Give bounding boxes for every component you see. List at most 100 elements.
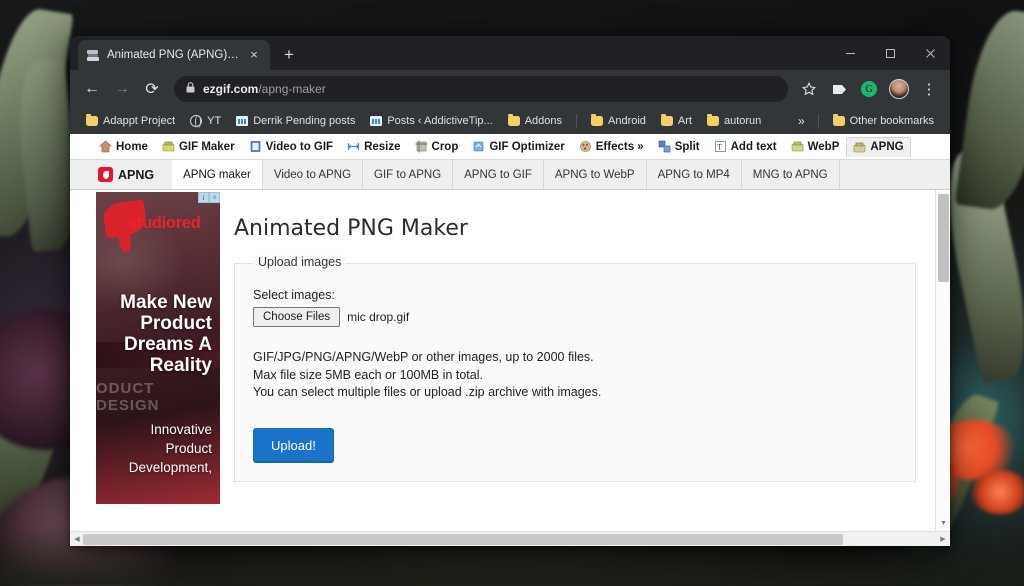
bookmark-item[interactable]: autorun xyxy=(701,113,767,129)
nav-label: Crop xyxy=(432,141,459,153)
svg-text:T: T xyxy=(717,143,722,152)
adchoices-info-icon[interactable]: i xyxy=(198,192,209,203)
scroll-down-arrow-icon[interactable]: ▼ xyxy=(936,517,950,531)
gif-maker-icon xyxy=(162,140,175,153)
vertical-scrollbar[interactable]: ▲ ▼ xyxy=(935,190,950,531)
upload-note-line-3: You can select multiple files or upload … xyxy=(253,384,897,402)
nav-item-webp[interactable]: WebP xyxy=(784,136,847,157)
nav-label: Home xyxy=(116,141,148,153)
tab-apng-maker[interactable]: APNG maker xyxy=(172,160,263,189)
upload-button[interactable]: Upload! xyxy=(253,428,334,463)
window-controls xyxy=(830,36,950,70)
wallpaper-flower xyxy=(970,470,1024,514)
ad-logo-red: red xyxy=(176,214,201,232)
ad-column: i × studiored Make New Product Dreams A … xyxy=(70,190,220,531)
nav-label: Video to GIF xyxy=(266,141,334,153)
nav-label: Resize xyxy=(364,141,400,153)
nav-label: GIF Maker xyxy=(179,141,235,153)
upload-note-line-1: GIF/JPG/PNG/APNG/WebP or other images, u… xyxy=(253,349,897,367)
upload-panel-legend: Upload images xyxy=(253,255,346,269)
tab-apng-to-gif[interactable]: APNG to GIF xyxy=(453,160,544,189)
optimizer-icon xyxy=(472,140,485,153)
minimize-icon[interactable] xyxy=(830,36,870,70)
resize-icon xyxy=(347,140,360,153)
ad-logo-studio: studio xyxy=(128,214,176,232)
nav-item-gif-optimizer[interactable]: GIF Optimizer xyxy=(465,136,571,157)
bookmark-item[interactable]: Derrik Pending posts xyxy=(230,113,361,129)
apng-icon xyxy=(853,141,866,154)
bookmark-item[interactable]: Android xyxy=(585,113,652,129)
scroll-left-arrow-icon[interactable]: ◀ xyxy=(70,532,84,546)
bookmarks-overflow-icon[interactable]: » xyxy=(793,114,810,128)
advertisement-banner[interactable]: i × studiored Make New Product Dreams A … xyxy=(96,192,220,504)
grammarly-icon[interactable]: G xyxy=(856,76,882,102)
nav-item-crop[interactable]: Crop xyxy=(408,136,466,157)
apng-logo-icon xyxy=(98,167,113,182)
nav-label: Effects » xyxy=(596,141,644,153)
other-bookmarks-label: Other bookmarks xyxy=(850,115,934,127)
nav-label: APNG xyxy=(870,141,903,153)
globe-icon xyxy=(190,115,202,127)
nav-item-home[interactable]: Home xyxy=(92,136,155,157)
upload-note-line-2: Max file size 5MB each or 100MB in total… xyxy=(253,367,897,385)
split-icon xyxy=(658,140,671,153)
nav-item-split[interactable]: Split xyxy=(651,136,707,157)
desktop-wallpaper: Animated PNG (APNG) Maker × + ← → ⟳ xyxy=(0,0,1024,586)
extension-icon[interactable] xyxy=(826,76,852,102)
bookmark-item[interactable]: Addons xyxy=(502,113,568,129)
bookmark-label: Addons xyxy=(525,115,562,127)
bookmark-item[interactable]: Posts ‹ AddictiveTip... xyxy=(364,113,498,129)
tab-apng-to-mp4[interactable]: APNG to MP4 xyxy=(647,160,742,189)
nav-label: GIF Optimizer xyxy=(489,141,564,153)
upload-panel: Upload images Select images: Choose File… xyxy=(234,263,916,482)
choose-files-button[interactable]: Choose Files xyxy=(253,307,340,327)
forward-button-icon[interactable]: → xyxy=(108,75,136,103)
nav-item-effects[interactable]: Effects » xyxy=(572,136,651,157)
maximize-icon[interactable] xyxy=(870,36,910,70)
crop-icon xyxy=(415,140,428,153)
horizontal-scroll-thumb[interactable] xyxy=(83,534,843,545)
nav-item-resize[interactable]: Resize xyxy=(340,136,407,157)
tab-gif-to-apng[interactable]: GIF to APNG xyxy=(363,160,453,189)
close-tab-icon[interactable]: × xyxy=(246,47,262,63)
nav-item-video-to-gif[interactable]: Video to GIF xyxy=(242,136,341,157)
bookmark-item[interactable]: Adappt Project xyxy=(80,113,181,129)
grammarly-letter: G xyxy=(861,81,877,97)
bookmark-item[interactable]: YT xyxy=(184,113,227,129)
bookmark-item[interactable]: Art xyxy=(655,113,698,129)
page-viewport: Home GIF Maker Video to GIF Resize Crop xyxy=(70,134,950,546)
browser-tab-active[interactable]: Animated PNG (APNG) Maker × xyxy=(78,40,270,70)
bookmark-label: Adappt Project xyxy=(103,115,175,127)
profile-avatar[interactable] xyxy=(886,76,912,102)
bookmarks-separator xyxy=(576,114,577,128)
folder-icon xyxy=(86,116,98,126)
tab-mng-to-apng[interactable]: MNG to APNG xyxy=(742,160,840,189)
folder-icon xyxy=(661,116,673,126)
nav-label: WebP xyxy=(808,141,840,153)
nav-item-add-text[interactable]: T Add text xyxy=(707,136,784,157)
tab-video-to-apng[interactable]: Video to APNG xyxy=(263,160,363,189)
toolbar-icons: G ⋮ xyxy=(796,76,942,102)
bookmarks-bar: Adappt Project YT Derrik Pending posts P… xyxy=(70,108,950,134)
chrome-menu-icon[interactable]: ⋮ xyxy=(916,76,942,102)
nav-item-gif-maker[interactable]: GIF Maker xyxy=(155,136,242,157)
bookmark-star-icon[interactable] xyxy=(796,76,822,102)
address-bar[interactable]: ezgif.com/apng-maker xyxy=(174,76,788,102)
tab-apng-to-webp[interactable]: APNG to WebP xyxy=(544,160,647,189)
back-button-icon[interactable]: ← xyxy=(78,75,106,103)
address-bar-url: ezgif.com/apng-maker xyxy=(203,82,326,96)
scroll-right-arrow-icon[interactable]: ▶ xyxy=(936,532,950,546)
horizontal-scrollbar[interactable]: ◀ ▶ xyxy=(70,531,950,546)
new-tab-button[interactable]: + xyxy=(276,42,302,68)
ad-close-icon[interactable]: × xyxy=(209,192,220,203)
url-domain: ezgif.com xyxy=(203,82,258,96)
bookmark-label: Art xyxy=(678,115,692,127)
other-bookmarks-button[interactable]: Other bookmarks xyxy=(827,113,940,129)
bookmarks-separator xyxy=(818,114,819,128)
reload-button-icon[interactable]: ⟳ xyxy=(138,75,166,103)
close-icon[interactable] xyxy=(910,36,950,70)
effects-icon xyxy=(579,140,592,153)
apng-site-favicon-icon xyxy=(86,48,100,62)
vertical-scroll-thumb[interactable] xyxy=(938,194,949,282)
nav-item-apng[interactable]: APNG xyxy=(846,137,910,157)
